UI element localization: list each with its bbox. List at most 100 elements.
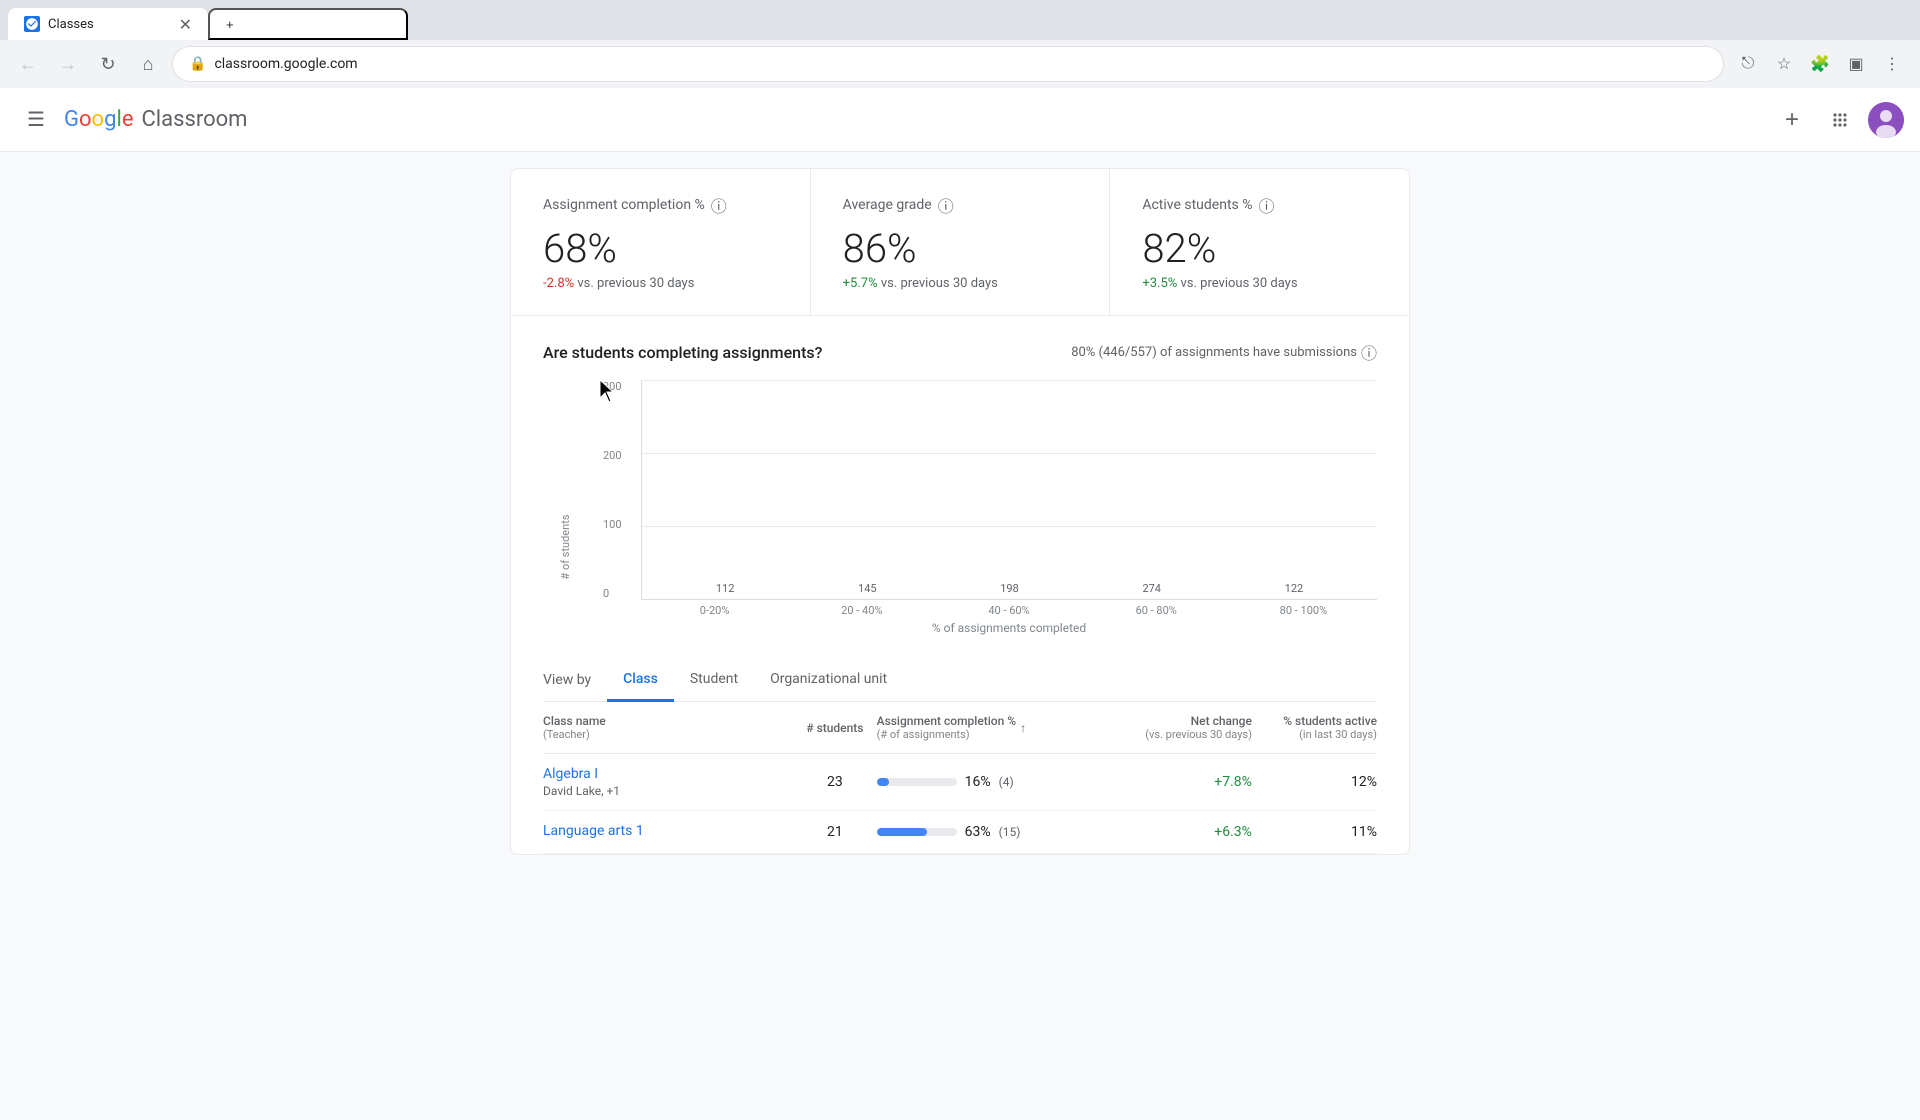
row-active-1: 11% <box>1252 824 1377 840</box>
grid-line-100 <box>642 526 1377 527</box>
tab-close-button[interactable]: ✕ <box>179 15 192 34</box>
google-apps-button[interactable] <box>1820 100 1860 140</box>
logo-classroom-text: Classroom <box>141 107 247 132</box>
tab-org-unit[interactable]: Organizational unit <box>754 659 903 702</box>
assignment-pct-1: 63% <box>965 824 991 840</box>
data-table: Class name (Teacher) # students Assignme… <box>511 702 1409 854</box>
lock-icon: 🔒 <box>189 56 206 72</box>
chart-wrapper: # of students 0 100 200 300 <box>543 380 1377 635</box>
stat-grade-value: 86% <box>843 225 1078 272</box>
row-net-change-0: +7.8% <box>1085 774 1252 790</box>
menu-button[interactable]: ⋮ <box>1876 48 1908 80</box>
new-tab-button[interactable]: + <box>208 8 408 40</box>
col-header-net-change: Net change (vs. previous 30 days) <box>1085 714 1252 741</box>
chart-section: Are students completing assignments? 80%… <box>511 316 1409 659</box>
app-header: ☰ Google Classroom + <box>0 88 1920 152</box>
stat-active-students: Active students % ⓘ 82% +3.5% vs. previo… <box>1110 169 1409 315</box>
stat-assignment-info-icon[interactable]: ⓘ <box>711 193 727 217</box>
y-axis-labels: 0 100 200 300 <box>603 380 633 600</box>
stat-assignment-completion: Assignment completion % ⓘ 68% -2.8% vs. … <box>511 169 811 315</box>
progress-bar-1 <box>877 828 957 836</box>
chart-header: Are students completing assignments? 80%… <box>543 340 1377 364</box>
forward-button[interactable]: → <box>52 48 84 80</box>
sidebar-button[interactable]: ▣ <box>1840 48 1872 80</box>
x-axis-title: % of assignments completed <box>603 621 1377 635</box>
grid-line-200 <box>642 453 1377 454</box>
y-label-0: 0 <box>603 587 633 600</box>
stat-grade-change: +5.7% vs. previous 30 days <box>843 276 1078 291</box>
x-label-2: 40 - 60% <box>935 604 1082 617</box>
stats-row: Assignment completion % ⓘ 68% -2.8% vs. … <box>511 169 1409 316</box>
chart-bars: 112 145 198 <box>642 380 1377 599</box>
grid-line-300 <box>642 380 1377 381</box>
refresh-button[interactable]: ↻ <box>92 48 124 80</box>
bar-group-4: 122 <box>1231 582 1357 599</box>
class-link-algebra[interactable]: Algebra I <box>543 766 793 782</box>
toolbar-actions: ⎋ ☆ 🧩 ▣ ⋮ <box>1732 48 1908 80</box>
x-label-4: 80 - 100% <box>1230 604 1377 617</box>
address-bar[interactable]: 🔒 classroom.google.com <box>172 46 1724 82</box>
row-teacher-0: David Lake, +1 <box>543 784 793 798</box>
row-assignment-0: 16% (4) <box>877 774 1086 790</box>
hamburger-menu-button[interactable]: ☰ <box>16 100 56 140</box>
view-by-section: View by Class Student Organizational uni… <box>511 659 1409 702</box>
share-button[interactable]: ⎋ <box>1732 48 1764 80</box>
tab-student[interactable]: Student <box>674 659 754 702</box>
chart-plot-area: 112 145 198 <box>641 380 1377 600</box>
add-content-button[interactable]: + <box>1772 100 1812 140</box>
table-row: Algebra I David Lake, +1 23 16% (4) +7.8… <box>543 754 1377 811</box>
progress-bar-0 <box>877 778 957 786</box>
row-students-1: 21 <box>793 824 876 840</box>
row-assignment-1: 63% (15) <box>877 824 1086 840</box>
progress-fill-1 <box>877 828 927 836</box>
bar-value-2: 198 <box>1000 582 1019 595</box>
progress-fill-0 <box>877 778 890 786</box>
y-label-200: 200 <box>603 449 633 462</box>
x-label-3: 60 - 80% <box>1083 604 1230 617</box>
tab-title: Classes <box>48 17 171 32</box>
tab-favicon <box>24 16 40 32</box>
stat-active-info-icon[interactable]: ⓘ <box>1258 193 1274 217</box>
tab-bar: Classes ✕ + <box>0 0 1920 40</box>
chart-subtitle: 80% (446/557) of assignments have submis… <box>1071 340 1377 364</box>
tab-class[interactable]: Class <box>607 659 674 702</box>
row-net-change-1: +6.3% <box>1085 824 1252 840</box>
active-tab[interactable]: Classes ✕ <box>8 8 208 40</box>
bar-value-0: 112 <box>716 582 735 595</box>
assignment-count-0: (4) <box>999 775 1014 789</box>
stat-grade-label: Average grade ⓘ <box>843 193 1078 217</box>
user-avatar[interactable] <box>1868 102 1904 138</box>
bar-group-1: 145 <box>804 582 930 599</box>
sort-icon[interactable]: ↑ <box>1020 721 1026 735</box>
col-header-assignment: Assignment completion % (# of assignment… <box>877 714 1086 741</box>
x-axis-labels: 0-20% 20 - 40% 40 - 60% 60 - 80% 80 - 10… <box>603 604 1377 617</box>
stat-active-value: 82% <box>1142 225 1377 272</box>
app-logo[interactable]: Google Classroom <box>64 107 247 132</box>
browser-toolbar: ← → ↻ ⌂ 🔒 classroom.google.com ⎋ ☆ 🧩 ▣ ⋮ <box>0 40 1920 88</box>
col-header-students: # students <box>793 721 876 735</box>
y-axis-title: # of students <box>559 514 572 579</box>
stat-active-change: +3.5% vs. previous 30 days <box>1142 276 1377 291</box>
class-link-lang-arts[interactable]: Language arts 1 <box>543 823 793 839</box>
stat-active-label: Active students % ⓘ <box>1142 193 1377 217</box>
assignment-pct-0: 16% <box>965 774 991 790</box>
chart-info-icon[interactable]: ⓘ <box>1361 340 1377 364</box>
row-class-name-1: Language arts 1 <box>543 823 793 841</box>
stat-assignment-value: 68% <box>543 225 778 272</box>
back-button[interactable]: ← <box>12 48 44 80</box>
bar-value-4: 122 <box>1285 582 1304 595</box>
x-label-1: 20 - 40% <box>788 604 935 617</box>
url-text: classroom.google.com <box>214 56 1707 72</box>
content-card: Assignment completion % ⓘ 68% -2.8% vs. … <box>510 168 1410 855</box>
col-header-active: % students active (in last 30 days) <box>1252 714 1377 741</box>
home-button[interactable]: ⌂ <box>132 48 164 80</box>
row-active-0: 12% <box>1252 774 1377 790</box>
assignment-count-1: (15) <box>999 825 1021 839</box>
row-students-0: 23 <box>793 774 876 790</box>
stat-grade-info-icon[interactable]: ⓘ <box>938 193 954 217</box>
x-label-0: 0-20% <box>641 604 788 617</box>
stat-average-grade: Average grade ⓘ 86% +5.7% vs. previous 3… <box>811 169 1111 315</box>
extensions-button[interactable]: 🧩 <box>1804 48 1836 80</box>
bookmark-button[interactable]: ☆ <box>1768 48 1800 80</box>
stat-assignment-label: Assignment completion % ⓘ <box>543 193 778 217</box>
